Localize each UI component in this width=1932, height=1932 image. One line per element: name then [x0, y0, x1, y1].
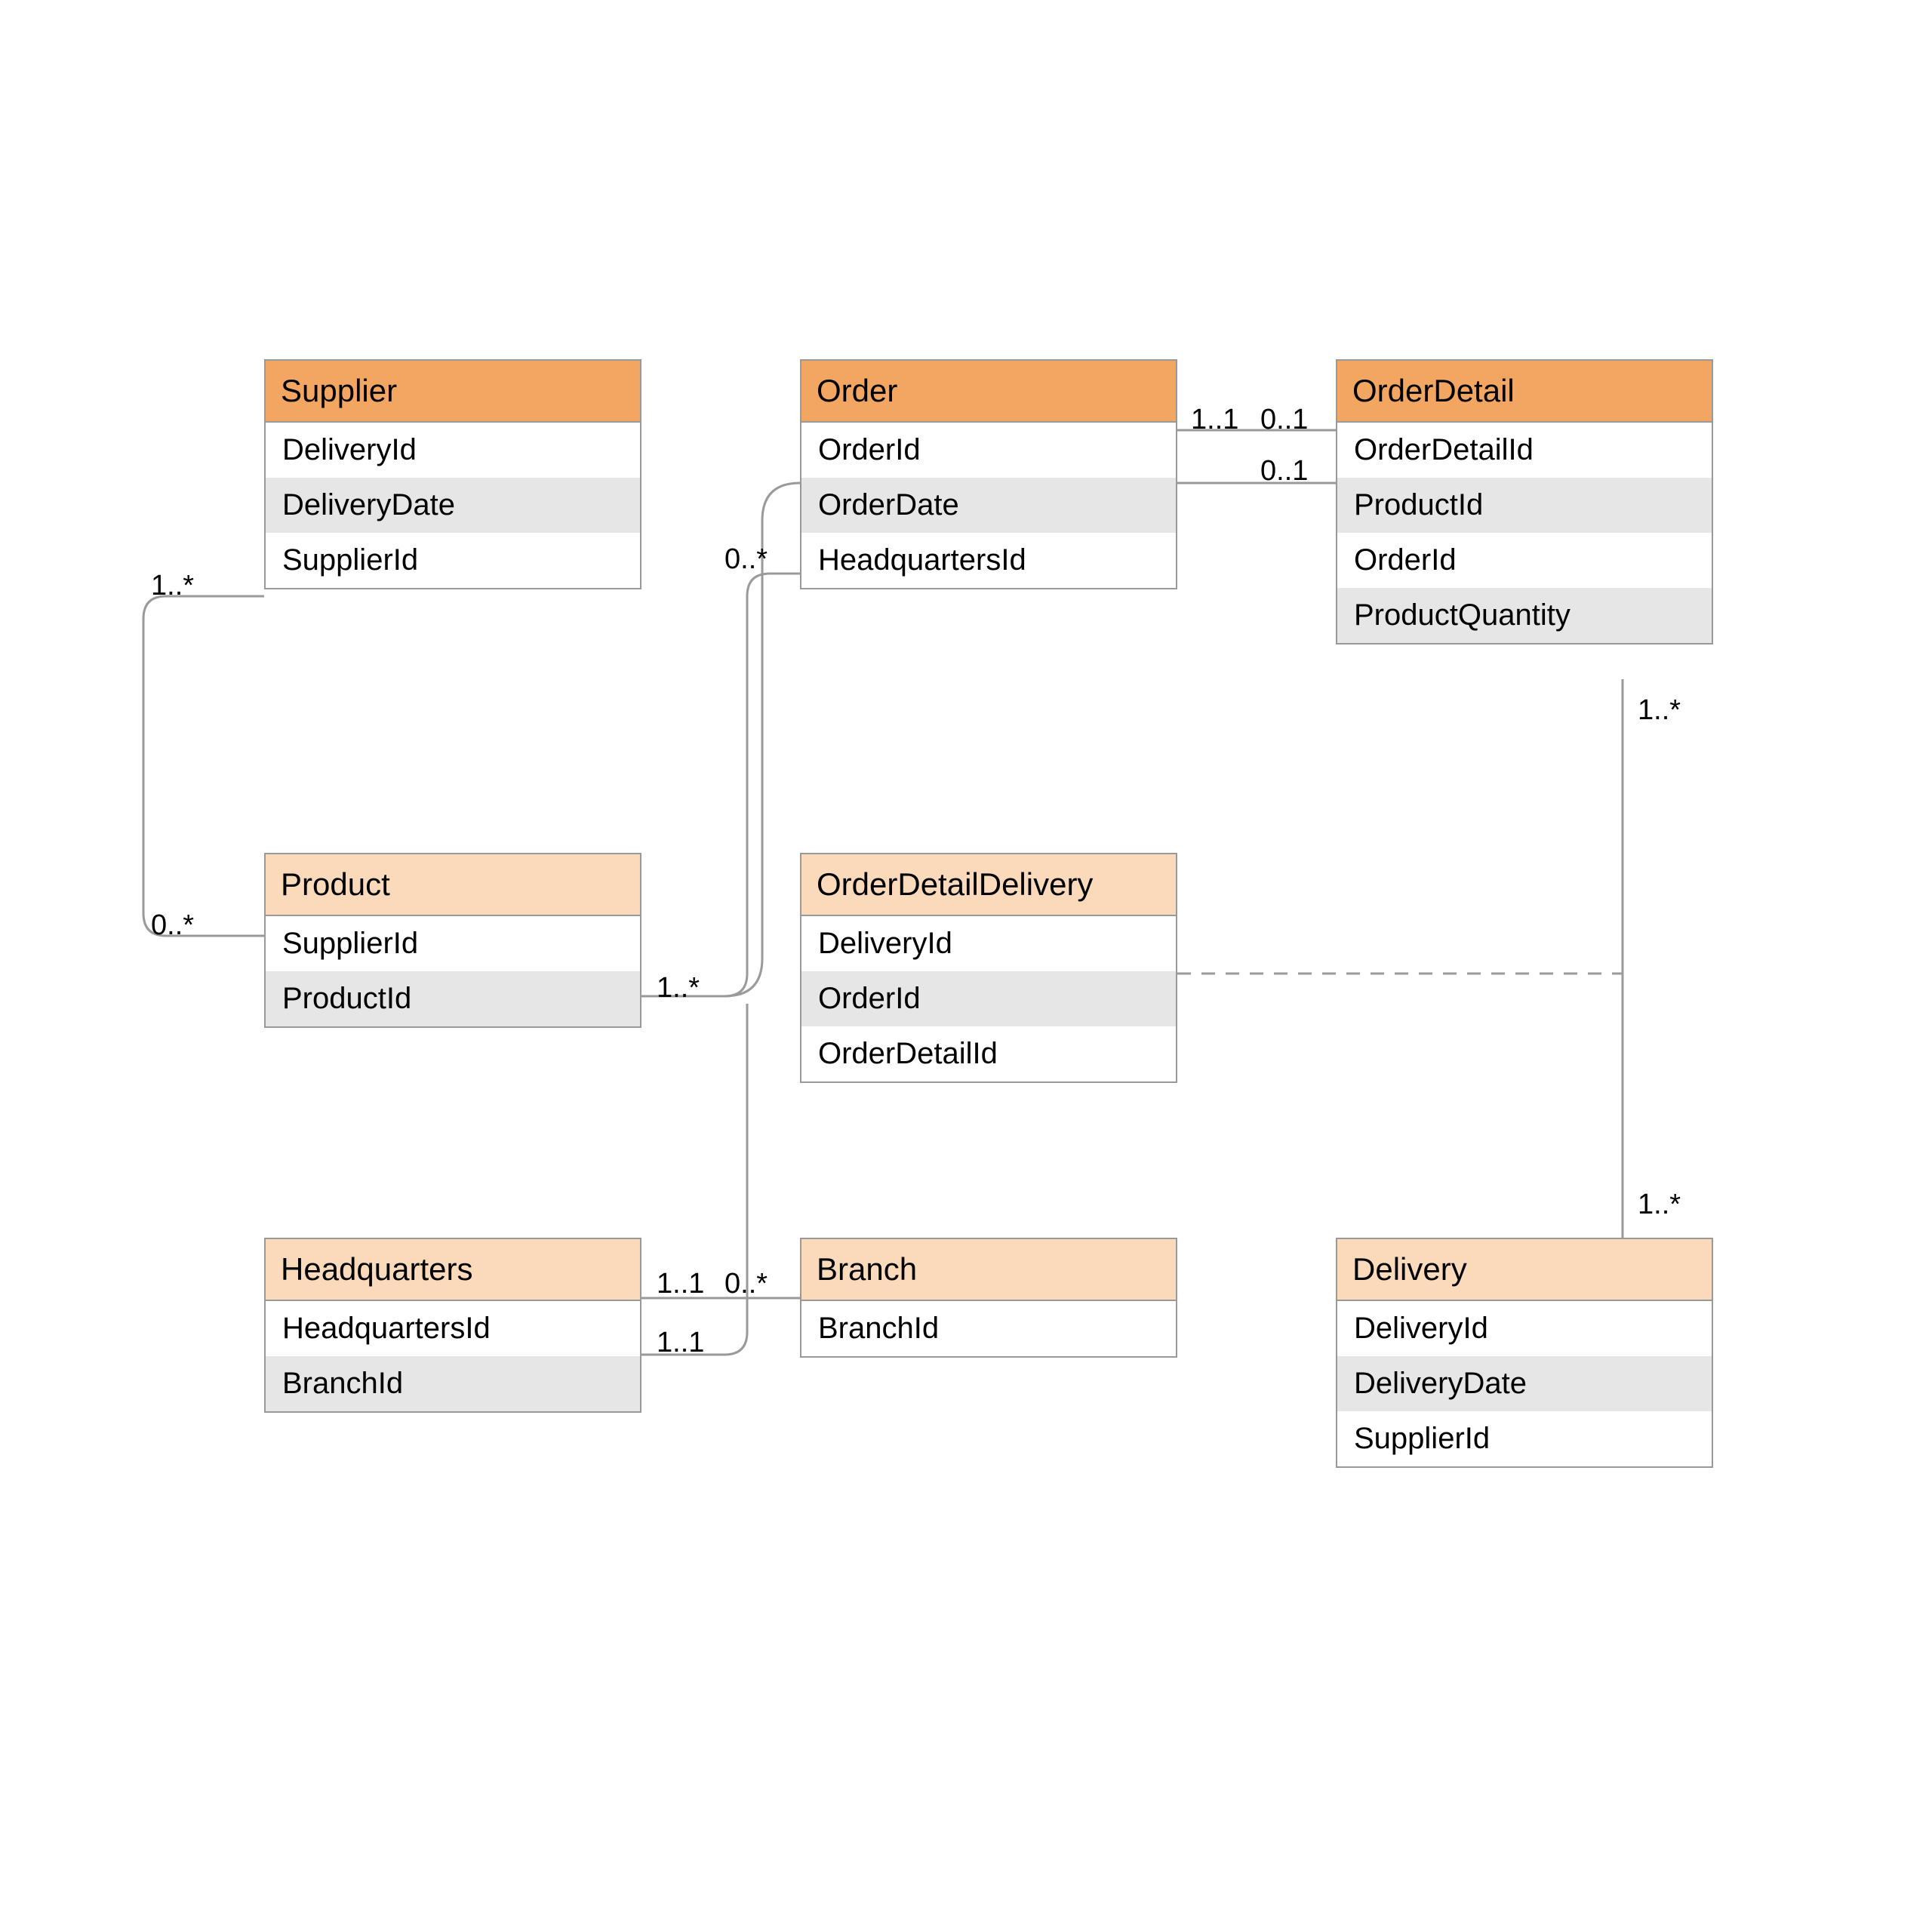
entity-order: Order OrderId OrderDate HeadquartersId [800, 359, 1177, 589]
entity-title: Branch [801, 1239, 1176, 1301]
multiplicity-label: 1..* [1638, 1189, 1681, 1221]
entity-attr: BranchId [266, 1356, 640, 1411]
entity-title: Product [266, 854, 640, 916]
entity-supplier: Supplier DeliveryId DeliveryDate Supplie… [264, 359, 641, 589]
entity-attr: OrderId [801, 423, 1176, 478]
multiplicity-label: 1..* [1638, 694, 1681, 727]
entity-attr: ProductQuantity [1337, 588, 1712, 643]
multiplicity-label: 0..* [724, 1268, 768, 1300]
multiplicity-label: 1..1 [1191, 404, 1238, 436]
entity-attr: SupplierId [266, 533, 640, 588]
entity-attr: SupplierId [266, 916, 640, 971]
entity-title: Supplier [266, 361, 640, 423]
multiplicity-label: 0..* [151, 909, 194, 942]
entity-attr: DeliveryDate [1337, 1356, 1712, 1411]
multiplicity-label: 1..1 [657, 1268, 704, 1300]
edge-product-order [641, 574, 800, 996]
entity-attr: OrderDate [801, 478, 1176, 533]
entity-attr: BranchId [801, 1301, 1176, 1356]
edge-hq-order [641, 1004, 747, 1355]
entity-branch: Branch BranchId [800, 1238, 1177, 1358]
entity-attr: DeliveryId [1337, 1301, 1712, 1356]
multiplicity-label: 0..* [724, 543, 768, 576]
entity-title: OrderDetail [1337, 361, 1712, 423]
entity-title: Headquarters [266, 1239, 640, 1301]
entity-title: Delivery [1337, 1239, 1712, 1301]
entity-delivery: Delivery DeliveryId DeliveryDate Supplie… [1336, 1238, 1713, 1468]
entity-attr: ProductId [1337, 478, 1712, 533]
entity-attr: SupplierId [1337, 1411, 1712, 1466]
multiplicity-label: 1..* [657, 972, 700, 1004]
multiplicity-label: 0..1 [1260, 455, 1308, 488]
entity-attr: OrderDetailId [801, 1026, 1176, 1081]
entity-attr: DeliveryId [266, 423, 640, 478]
entity-attr: ProductId [266, 971, 640, 1026]
entity-attr: OrderId [1337, 533, 1712, 588]
entity-orderdetail: OrderDetail OrderDetailId ProductId Orde… [1336, 359, 1713, 645]
multiplicity-label: 0..1 [1260, 404, 1308, 436]
entity-title: Order [801, 361, 1176, 423]
entity-attr: HeadquartersId [266, 1301, 640, 1356]
entity-attr: DeliveryDate [266, 478, 640, 533]
entity-headquarters: Headquarters HeadquartersId BranchId [264, 1238, 641, 1413]
entity-product: Product SupplierId ProductId [264, 853, 641, 1028]
entity-attr: DeliveryId [801, 916, 1176, 971]
edge-supplier-product [143, 596, 264, 936]
entity-title: OrderDetailDelivery [801, 854, 1176, 916]
entity-attr: OrderDetailId [1337, 423, 1712, 478]
entity-orderdetaildelivery: OrderDetailDelivery DeliveryId OrderId O… [800, 853, 1177, 1083]
multiplicity-label: 1..1 [657, 1327, 704, 1359]
multiplicity-label: 1..* [151, 570, 194, 602]
entity-attr: OrderId [801, 971, 1176, 1026]
entity-attr: HeadquartersId [801, 533, 1176, 588]
